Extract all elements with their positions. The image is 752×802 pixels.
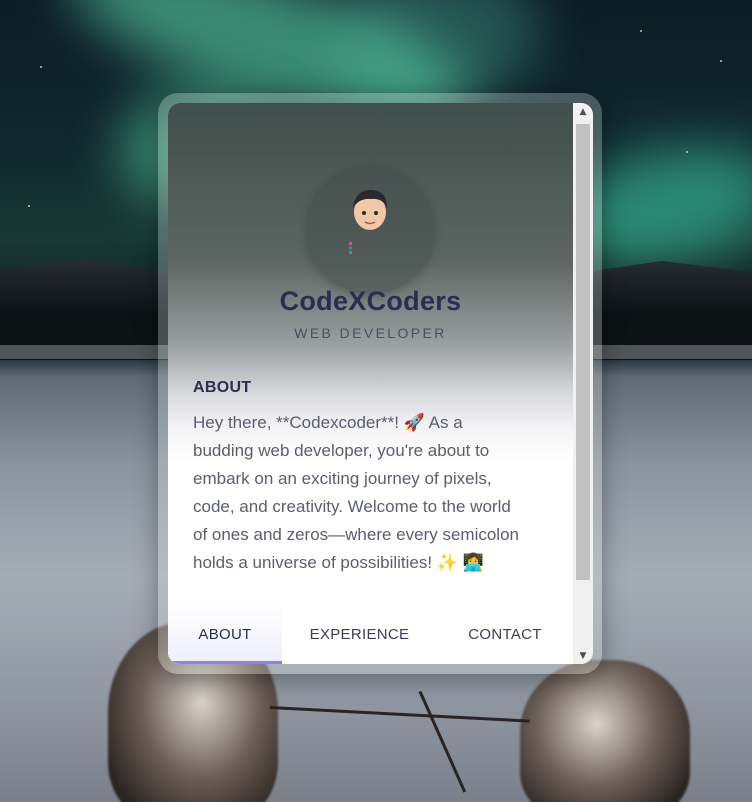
star xyxy=(28,205,30,207)
profile-name: CodeXCoders xyxy=(279,286,462,316)
profile-role: WEB DEVELOPER xyxy=(294,325,447,341)
star xyxy=(686,151,688,153)
memoji-avatar-icon xyxy=(349,190,387,254)
scroll-down-arrow-icon[interactable]: ▼ xyxy=(573,647,593,664)
sled-rope xyxy=(269,706,530,723)
profile-card: CodeXCoders WEB DEVELOPER ABOUT Hey ther… xyxy=(168,103,593,664)
scroll-up-arrow-icon[interactable]: ▲ xyxy=(573,103,593,120)
star xyxy=(40,66,42,68)
tab-experience[interactable]: EXPERIENCE xyxy=(282,605,437,664)
about-text: Hey there, **Codexcoder**! 🚀 As a buddin… xyxy=(193,413,519,572)
tab-contact[interactable]: CONTACT xyxy=(437,605,573,664)
sled-rope xyxy=(418,690,467,793)
tab-bar: ABOUT EXPERIENCE CONTACT xyxy=(168,605,573,664)
star xyxy=(640,30,642,32)
scrollbar[interactable]: ▲ ▼ xyxy=(573,103,593,664)
scroll-thumb[interactable] xyxy=(576,124,590,580)
tab-about[interactable]: ABOUT xyxy=(168,605,282,664)
about-heading: ABOUT xyxy=(193,379,252,396)
card-content: CodeXCoders WEB DEVELOPER ABOUT Hey ther… xyxy=(168,103,573,664)
star xyxy=(720,60,722,62)
avatar xyxy=(307,168,433,294)
husky-dog xyxy=(520,660,690,802)
